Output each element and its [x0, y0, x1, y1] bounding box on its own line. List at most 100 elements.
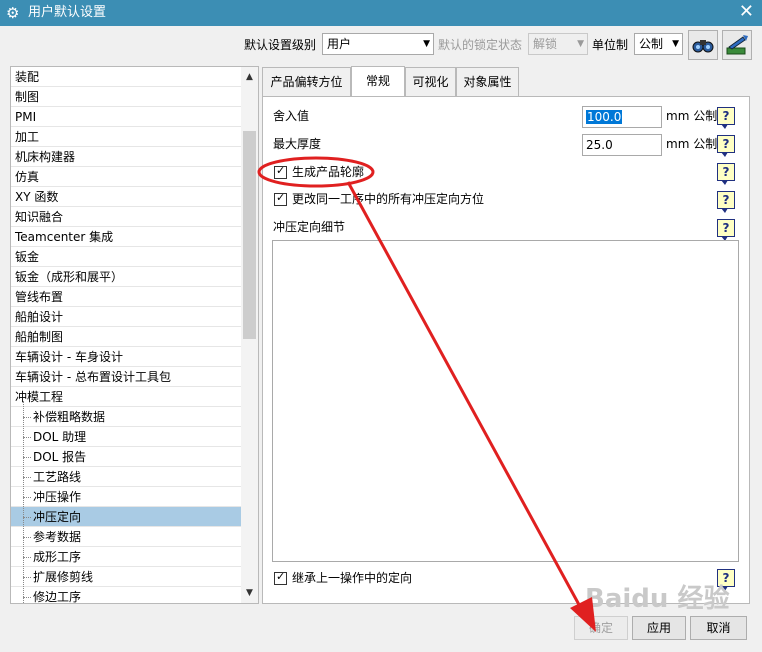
tab-label: 对象属性 [463, 75, 512, 89]
rounding-value: 100.0 [586, 110, 623, 124]
chevron-down-icon: ▼ [577, 39, 584, 49]
scroll-up-icon[interactable]: ▲ [241, 69, 258, 85]
tree-item-label: 管线布置 [15, 290, 64, 304]
tree-scrollbar[interactable]: ▲ ▼ [241, 67, 258, 603]
tree-item[interactable]: 冲压操作 [11, 487, 241, 507]
close-icon[interactable]: ✕ [739, 2, 754, 22]
tree-item[interactable]: DOL 报告 [11, 447, 241, 467]
title-bar: ⚙ 用户默认设置 ✕ [0, 0, 762, 26]
tree-item-label: 加工 [15, 130, 40, 144]
category-tree[interactable]: 装配 制图 PMI 加工 机床构建器 仿真 XY 函数 知识融合 Teamcenter 集成 钣金… [10, 66, 259, 604]
help-icon[interactable]: ? [717, 107, 735, 129]
checkmark-icon: ✓ [276, 164, 286, 177]
tree-item[interactable]: 扩展修剪线 [11, 567, 241, 587]
scroll-down-icon[interactable]: ▼ [241, 585, 258, 601]
lock-label: 默认的锁定状态 [438, 38, 523, 52]
details-listbox[interactable] [272, 240, 739, 562]
import-export-button[interactable] [722, 30, 752, 60]
unit-select-value: 公制 [639, 37, 664, 51]
tree-item[interactable]: 仿真 [11, 167, 241, 187]
tree-item-label: Teamcenter 集成 [15, 230, 114, 244]
level-select[interactable]: 用户 ▼ [322, 33, 434, 55]
generate-outline-label: 生成产品轮廓 [292, 165, 365, 179]
tree-item-label: 钣金 [15, 250, 40, 264]
tree-branch-line [23, 577, 31, 578]
tree-item[interactable]: Teamcenter 集成 [11, 227, 241, 247]
tree-item[interactable]: XY 函数 [11, 187, 241, 207]
tab-product-orientation[interactable]: 产品偏转方位 [262, 67, 351, 97]
tree-item[interactable]: 知识融合 [11, 207, 241, 227]
tree-item[interactable]: 车辆设计 - 车身设计 [11, 347, 241, 367]
chevron-down-icon: ▼ [423, 39, 430, 49]
tree-item[interactable]: 参考数据 [11, 527, 241, 547]
details-label: 冲压定向细节 [273, 220, 346, 234]
change-all-label: 更改同一工序中的所有冲压定向方位 [292, 192, 485, 206]
tree-item-label: 仿真 [15, 170, 40, 184]
tree-item[interactable]: 机床构建器 [11, 147, 241, 167]
apply-button[interactable]: 应用 [632, 616, 686, 640]
cancel-button-label: 取消 [706, 621, 731, 635]
tab-general[interactable]: 常规 [351, 66, 405, 97]
rounding-input[interactable]: 100.0 [582, 106, 662, 128]
tree-item[interactable]: 修边工序 [11, 587, 241, 603]
tree-item-label: 船舶制图 [15, 330, 64, 344]
tree-item[interactable]: 管线布置 [11, 287, 241, 307]
tab-object-properties[interactable]: 对象属性 [456, 67, 519, 97]
tree-item[interactable]: 车辆设计 - 总布置设计工具包 [11, 367, 241, 387]
lock-select: 解锁 ▼ [528, 33, 588, 55]
tree-branch-line [23, 517, 31, 518]
tree-connector [23, 401, 24, 603]
tree-item[interactable]: 工艺路线 [11, 467, 241, 487]
change-all-checkbox[interactable]: ✓ [274, 191, 287, 206]
tree-item-label: 参考数据 [33, 530, 82, 544]
tree-item[interactable]: 加工 [11, 127, 241, 147]
tree-branch-line [23, 457, 31, 458]
tree-item[interactable]: 船舶制图 [11, 327, 241, 347]
tree-item[interactable]: 制图 [11, 87, 241, 107]
max-thickness-value: 25.0 [586, 138, 613, 152]
tree-item[interactable]: DOL 助理 [11, 427, 241, 447]
ok-button[interactable]: 确定 [574, 616, 628, 640]
tree-item[interactable]: 钣金 [11, 247, 241, 267]
tree-item[interactable]: 成形工序 [11, 547, 241, 567]
max-thickness-label: 最大厚度 [273, 137, 322, 151]
tree-item-label: 工艺路线 [33, 470, 82, 484]
unit-select[interactable]: 公制 ▼ [634, 33, 683, 55]
checkmark-icon: ✓ [276, 191, 286, 204]
apply-button-label: 应用 [646, 621, 671, 635]
tree-item-label: 装配 [15, 70, 40, 84]
cancel-button[interactable]: 取消 [690, 616, 747, 640]
tree-item-label: PMI [15, 110, 37, 124]
tree-item[interactable]: 补偿粗略数据 [11, 407, 241, 427]
help-icon[interactable]: ? [717, 163, 735, 185]
chevron-down-icon: ▼ [672, 39, 679, 49]
tree-item[interactable]: 装配 [11, 67, 241, 87]
scroll-thumb[interactable] [243, 131, 256, 339]
inherit-checkbox[interactable]: ✓ [274, 570, 287, 585]
help-icon[interactable]: ? [717, 135, 735, 157]
find-button[interactable] [688, 30, 718, 60]
tree-item-label: 制图 [15, 90, 40, 104]
help-icon[interactable]: ? [717, 191, 735, 213]
tree-item[interactable]: 船舶设计 [11, 307, 241, 327]
lock-select-value: 解锁 [533, 37, 558, 51]
tree-item-label: 机床构建器 [15, 150, 76, 164]
import-export-icon [726, 35, 748, 55]
level-select-value: 用户 [327, 37, 352, 51]
help-icon[interactable]: ? [717, 219, 735, 241]
tree-item[interactable]: 冲模工程 [11, 387, 241, 407]
tree-branch-line [23, 537, 31, 538]
tree-branch-line [23, 477, 31, 478]
max-thickness-input[interactable]: 25.0 [582, 134, 662, 156]
tree-item-label: 补偿粗略数据 [33, 410, 106, 424]
level-label: 默认设置级别 [244, 38, 317, 52]
tab-label: 可视化 [412, 75, 449, 89]
tree-item[interactable]: PMI [11, 107, 241, 127]
watermark: Baidu 经验 [585, 584, 730, 614]
generate-outline-checkbox[interactable]: ✓ [274, 164, 287, 179]
tree-item[interactable]: 钣金（成形和展平） [11, 267, 241, 287]
window-title: 用户默认设置 [28, 5, 107, 20]
tree-item[interactable]: 冲压定向 [11, 507, 241, 527]
tab-visualization[interactable]: 可视化 [405, 67, 456, 97]
tree-branch-line [23, 557, 31, 558]
